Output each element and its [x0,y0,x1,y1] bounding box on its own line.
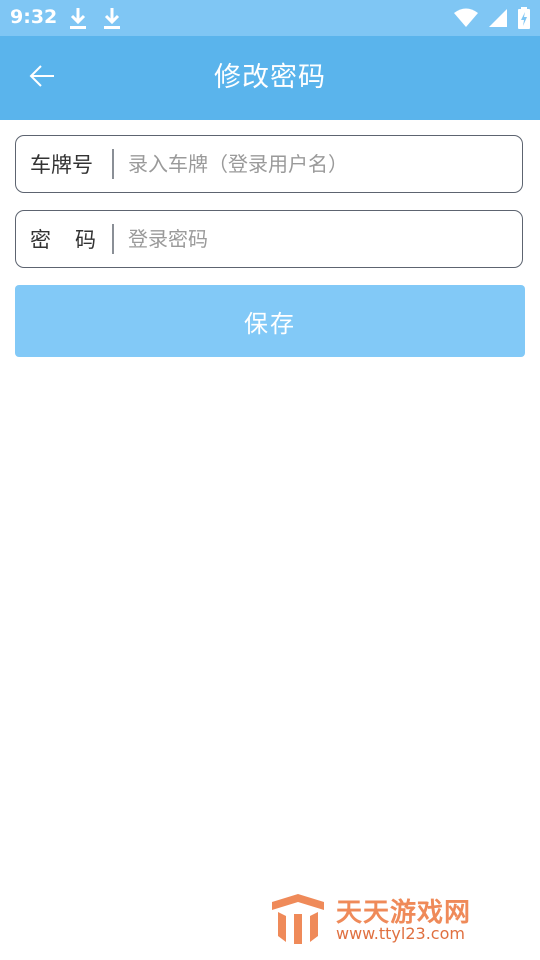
app-bar: 修改密码 [0,36,540,120]
page-title: 修改密码 [214,62,326,93]
password-label-char: 密 [30,228,51,252]
status-time: 9:32 [10,6,58,28]
watermark-logo-icon [268,892,328,950]
signal-icon [488,8,508,32]
wifi-icon [454,8,478,32]
watermark: 天天游戏网 www.ttyl23.com [268,890,530,950]
password-field: 密 码 [15,210,523,268]
back-button[interactable] [22,58,62,98]
password-label: 密 码 [16,224,112,254]
plate-label: 车牌号 [30,153,93,177]
save-button[interactable]: 保存 [15,285,525,357]
watermark-url: www.ttyl23.com [336,924,465,943]
arrow-left-icon [28,64,56,92]
status-icons [454,7,530,33]
download-icon [102,6,122,34]
password-label-char: 码 [75,228,96,252]
plate-field: 车牌号 [15,135,523,193]
status-bar: 9:32 [0,0,540,36]
battery-icon [518,7,530,33]
password-input[interactable] [114,211,522,267]
download-icon [68,6,88,34]
plate-input[interactable] [114,136,522,192]
